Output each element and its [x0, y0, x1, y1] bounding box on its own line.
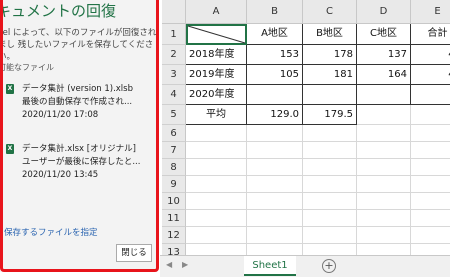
- row-header[interactable]: 9: [162, 176, 186, 193]
- cell-c3[interactable]: 181: [303, 65, 357, 85]
- column-header-e[interactable]: E: [411, 0, 450, 24]
- row-header[interactable]: 2: [162, 45, 186, 65]
- cell-b5[interactable]: 129.0: [247, 105, 303, 125]
- select-all-corner[interactable]: [162, 0, 186, 24]
- cell-e3[interactable]: 45: [411, 65, 450, 85]
- add-sheet-icon[interactable]: +: [322, 259, 336, 273]
- row-header[interactable]: 11: [162, 210, 186, 227]
- cell-d2[interactable]: 137: [357, 45, 411, 65]
- file-detail: ユーザーが最後に保存したと...: [22, 157, 141, 167]
- row-header[interactable]: 13: [162, 244, 186, 255]
- row-header[interactable]: 4: [162, 85, 186, 105]
- cell-b4[interactable]: [247, 85, 303, 105]
- cell-b2[interactable]: 153: [247, 45, 303, 65]
- spreadsheet-grid[interactable]: A B C D E 1 2 3 4 5 6 7 8 9 10 11 12 13 …: [162, 0, 450, 255]
- recovered-file-item[interactable]: X データ集計 (version 1).xlsb 最後の自動保存で作成され...…: [6, 82, 156, 132]
- sheet-tab-sheet1[interactable]: Sheet1: [244, 256, 296, 276]
- cell-d5[interactable]: [357, 105, 411, 125]
- cell-a4[interactable]: 2020年度: [186, 85, 247, 105]
- pane-description: cel によって、以下のファイルが回復されまし 残したいファイルを保存してくださ…: [0, 28, 157, 62]
- file-time: 2020/11/20 13:45: [22, 170, 99, 180]
- cell-a5[interactable]: 平均: [186, 105, 247, 125]
- document-recovery-pane: キュメントの回復 cel によって、以下のファイルが回復されまし 残したいファイ…: [0, 0, 157, 272]
- cell-c5[interactable]: 179.5: [303, 105, 357, 125]
- scroll-right-icon[interactable]: ▶: [182, 260, 188, 269]
- save-files-link[interactable]: 保存するファイルを指定: [4, 226, 98, 238]
- file-time: 2020/11/20 17:08: [22, 110, 99, 120]
- row-header[interactable]: 8: [162, 159, 186, 176]
- file-name: データ集計 (version 1).xlsb: [22, 84, 133, 94]
- sheet-tab-bar: ◀ ▶ Sheet1 +: [160, 255, 450, 277]
- cell-a1[interactable]: [186, 24, 247, 45]
- cell-d4[interactable]: [357, 85, 411, 105]
- column-header-c[interactable]: C: [303, 0, 357, 24]
- empty-cells[interactable]: [186, 125, 450, 255]
- row-header[interactable]: 1: [162, 24, 186, 45]
- cell-a3[interactable]: 2019年度: [186, 65, 247, 85]
- cell-c4[interactable]: [303, 85, 357, 105]
- cell-d1[interactable]: C地区: [357, 24, 411, 45]
- column-header-b[interactable]: B: [247, 0, 303, 24]
- cell-e5[interactable]: [411, 105, 450, 125]
- cell-c2[interactable]: 178: [303, 45, 357, 65]
- available-files-label: 可能なファイル: [0, 63, 54, 72]
- scroll-left-icon[interactable]: ◀: [166, 260, 172, 269]
- row-header[interactable]: 7: [162, 142, 186, 159]
- cell-b3[interactable]: 105: [247, 65, 303, 85]
- row-header[interactable]: 12: [162, 227, 186, 244]
- column-header-a[interactable]: A: [186, 0, 247, 24]
- close-button[interactable]: 閉じる: [116, 244, 152, 262]
- column-header-d[interactable]: D: [357, 0, 411, 24]
- cell-a2[interactable]: 2018年度: [186, 45, 247, 65]
- cell-e2[interactable]: 46: [411, 45, 450, 65]
- row-header[interactable]: 10: [162, 193, 186, 210]
- cell-e1[interactable]: 合計: [411, 24, 450, 45]
- cell-e4[interactable]: [411, 85, 450, 105]
- row-header[interactable]: 6: [162, 125, 186, 142]
- file-detail: 最後の自動保存で作成され...: [22, 97, 133, 107]
- cell-b1[interactable]: A地区: [247, 24, 303, 45]
- recovered-file-item[interactable]: X データ集計.xlsx [オリジナル] ユーザーが最後に保存したと... 20…: [6, 142, 156, 182]
- cell-c1[interactable]: B地区: [303, 24, 357, 45]
- row-header[interactable]: 3: [162, 65, 186, 85]
- pane-title: キュメントの回復: [0, 2, 117, 20]
- file-name: データ集計.xlsx [オリジナル]: [22, 144, 136, 154]
- cell-d3[interactable]: 164: [357, 65, 411, 85]
- excel-file-icon: X: [6, 144, 14, 154]
- excel-file-icon: X: [6, 84, 14, 94]
- row-header[interactable]: 5: [162, 105, 186, 125]
